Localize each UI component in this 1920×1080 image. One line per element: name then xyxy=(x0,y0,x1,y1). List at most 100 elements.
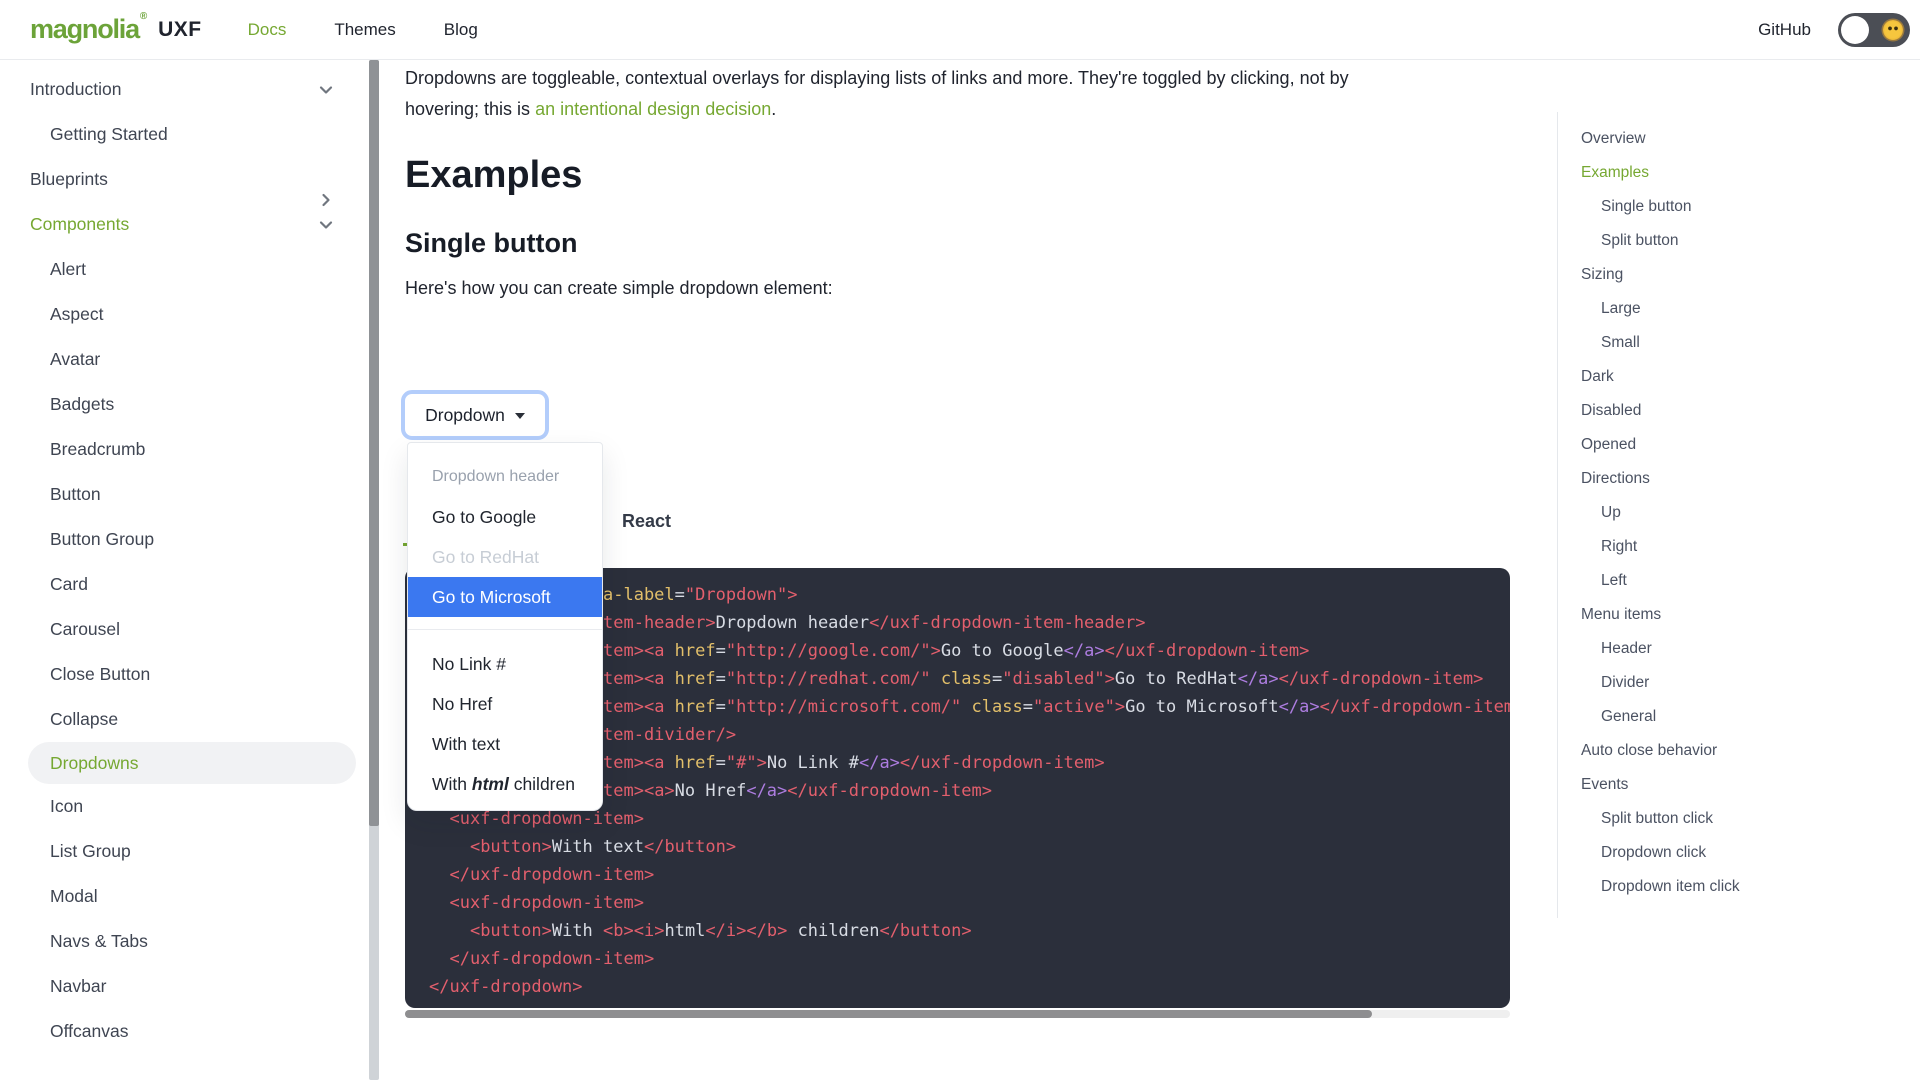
sidebar-item-alert[interactable]: Alert xyxy=(0,247,381,292)
sun-icon xyxy=(1883,20,1903,40)
sidebar-item-label: Navbar xyxy=(50,976,106,997)
nav-link-blog[interactable]: Blog xyxy=(444,20,478,40)
code-token: = xyxy=(716,697,726,717)
code-token: "active" xyxy=(1033,697,1115,717)
dropdown-toggle-button[interactable]: Dropdown xyxy=(401,390,549,440)
sidebar-item-label: Blueprints xyxy=(30,169,108,190)
menu-item-go-to-microsoft[interactable]: Go to Microsoft xyxy=(408,577,602,617)
sidebar-item-blueprints[interactable]: Blueprints xyxy=(0,157,381,202)
tab-react[interactable]: React xyxy=(622,496,671,546)
code-token: </a> xyxy=(1238,669,1279,689)
code-token: </i> xyxy=(705,921,746,941)
code-scrollbar-thumb[interactable] xyxy=(405,1010,1372,1018)
code-token xyxy=(429,921,470,941)
toc-item-sizing[interactable]: Sizing xyxy=(1581,258,1902,292)
sidebar-item-label: Button Group xyxy=(50,529,154,550)
sidebar-item-getting-started[interactable]: Getting Started xyxy=(0,112,381,157)
sidebar-item-aspect[interactable]: Aspect xyxy=(0,292,381,337)
code-token: "http://google.com/" xyxy=(726,641,931,661)
toc-item-general[interactable]: General xyxy=(1581,700,1902,734)
code-line: </uxf-dropdown-item> xyxy=(429,861,1510,889)
toc-item-directions[interactable]: Directions xyxy=(1581,462,1902,496)
sidebar-scrollbar-track xyxy=(369,60,379,1080)
code-token: > xyxy=(1115,697,1125,717)
code-token: <a xyxy=(644,641,664,661)
chevron-right-icon xyxy=(316,170,336,190)
sidebar-scrollbar-thumb[interactable] xyxy=(369,60,379,826)
toc-item-disabled[interactable]: Disabled xyxy=(1581,394,1902,428)
toc: OverviewExamplesSingle buttonSplit butto… xyxy=(1557,112,1902,918)
code-token xyxy=(429,809,449,829)
sidebar-item-close-button[interactable]: Close Button xyxy=(0,652,381,697)
toc-item-right[interactable]: Right xyxy=(1581,530,1902,564)
magnolia-logo[interactable]: magnolia® xyxy=(30,14,146,45)
sidebar-item-modal[interactable]: Modal xyxy=(0,874,381,919)
sidebar-item-navs-tabs[interactable]: Navs & Tabs xyxy=(0,919,381,964)
code-token: href xyxy=(664,697,715,717)
sidebar-item-dropdowns[interactable]: Dropdowns xyxy=(28,742,356,784)
toc-item-menu-items[interactable]: Menu items xyxy=(1581,598,1902,632)
code-token: <b> xyxy=(603,921,634,941)
menu-item-go-to-google[interactable]: Go to Google xyxy=(408,497,602,537)
toc-item-dropdown-item-click[interactable]: Dropdown item click xyxy=(1581,870,1902,904)
github-link[interactable]: GitHub xyxy=(1758,20,1811,40)
toc-item-up[interactable]: Up xyxy=(1581,496,1902,530)
sidebar-item-collapse[interactable]: Collapse xyxy=(0,697,381,742)
menu-item-go-to-redhat[interactable]: Go to RedHat xyxy=(408,537,602,577)
toc-item-divider[interactable]: Divider xyxy=(1581,666,1902,700)
toc-item-split-button-click[interactable]: Split button click xyxy=(1581,802,1902,836)
toc-item-overview[interactable]: Overview xyxy=(1581,122,1902,156)
dropdown-menu-header: Dropdown header xyxy=(408,457,602,497)
toc-item-dropdown-click[interactable]: Dropdown click xyxy=(1581,836,1902,870)
nav-link-docs[interactable]: Docs xyxy=(248,20,287,40)
toc-item-header[interactable]: Header xyxy=(1581,632,1902,666)
sidebar-item-icon[interactable]: Icon xyxy=(0,784,381,829)
toc-item-opened[interactable]: Opened xyxy=(1581,428,1902,462)
menu-item-label-part: children xyxy=(509,774,575,794)
dropdown-menu: Dropdown header Go to GoogleGo to RedHat… xyxy=(407,442,603,811)
code-token: </uxf-dropdown-item> xyxy=(449,949,654,969)
code-token: </uxf-dropdown-item> xyxy=(449,865,654,885)
code-token: children xyxy=(787,921,879,941)
chevron-down-icon xyxy=(316,215,336,235)
sidebar-item-card[interactable]: Card xyxy=(0,562,381,607)
menu-item-no-href[interactable]: No Href xyxy=(408,684,602,724)
code-token: "http://redhat.com/" xyxy=(726,669,931,689)
sidebar-item-introduction[interactable]: Introduction xyxy=(0,67,381,112)
menu-item-with-html-children[interactable]: With html children xyxy=(408,764,602,804)
toc-item-single-button[interactable]: Single button xyxy=(1581,190,1902,224)
toc-item-events[interactable]: Events xyxy=(1581,768,1902,802)
sidebar-item-badgets[interactable]: Badgets xyxy=(0,382,381,427)
intro-suffix: . xyxy=(771,99,776,119)
toc-item-left[interactable]: Left xyxy=(1581,564,1902,598)
sidebar-item-list-group[interactable]: List Group xyxy=(0,829,381,874)
theme-toggle[interactable] xyxy=(1838,13,1910,47)
toc-item-small[interactable]: Small xyxy=(1581,326,1902,360)
registered-mark: ® xyxy=(140,11,146,22)
sidebar-item-carousel[interactable]: Carousel xyxy=(0,607,381,652)
code-token: = xyxy=(1023,697,1033,717)
sidebar-item-breadcrumb[interactable]: Breadcrumb xyxy=(0,427,381,472)
toc-item-dark[interactable]: Dark xyxy=(1581,360,1902,394)
menu-item-with-text[interactable]: With text xyxy=(408,724,602,764)
intro-line2: hovering; this is xyxy=(405,99,535,119)
toc-item-split-button[interactable]: Split button xyxy=(1581,224,1902,258)
sidebar-item-navbar[interactable]: Navbar xyxy=(0,964,381,1009)
toc-item-large[interactable]: Large xyxy=(1581,292,1902,326)
sidebar-item-avatar[interactable]: Avatar xyxy=(0,337,381,382)
toc-item-auto-close-behavior[interactable]: Auto close behavior xyxy=(1581,734,1902,768)
code-token: </uxf-dropdown-item-header> xyxy=(869,613,1145,633)
brand-suffix: UXF xyxy=(158,18,202,42)
nav-links: Docs Themes Blog xyxy=(248,20,478,40)
sidebar-item-button[interactable]: Button xyxy=(0,472,381,517)
code-token: </uxf-dropdown-item> xyxy=(1105,641,1310,661)
toc-item-examples[interactable]: Examples xyxy=(1581,156,1902,190)
design-decision-link[interactable]: an intentional design decision xyxy=(535,99,771,119)
menu-item-no-link[interactable]: No Link # xyxy=(408,644,602,684)
sidebar-item-button-group[interactable]: Button Group xyxy=(0,517,381,562)
page-title-examples: Examples xyxy=(405,154,582,197)
dropdown-menu-items: Go to GoogleGo to RedHatGo to Microsoft N… xyxy=(408,497,602,804)
nav-link-themes[interactable]: Themes xyxy=(334,20,395,40)
sidebar-item-offcanvas[interactable]: Offcanvas xyxy=(0,1009,381,1054)
code-token: html xyxy=(664,921,705,941)
